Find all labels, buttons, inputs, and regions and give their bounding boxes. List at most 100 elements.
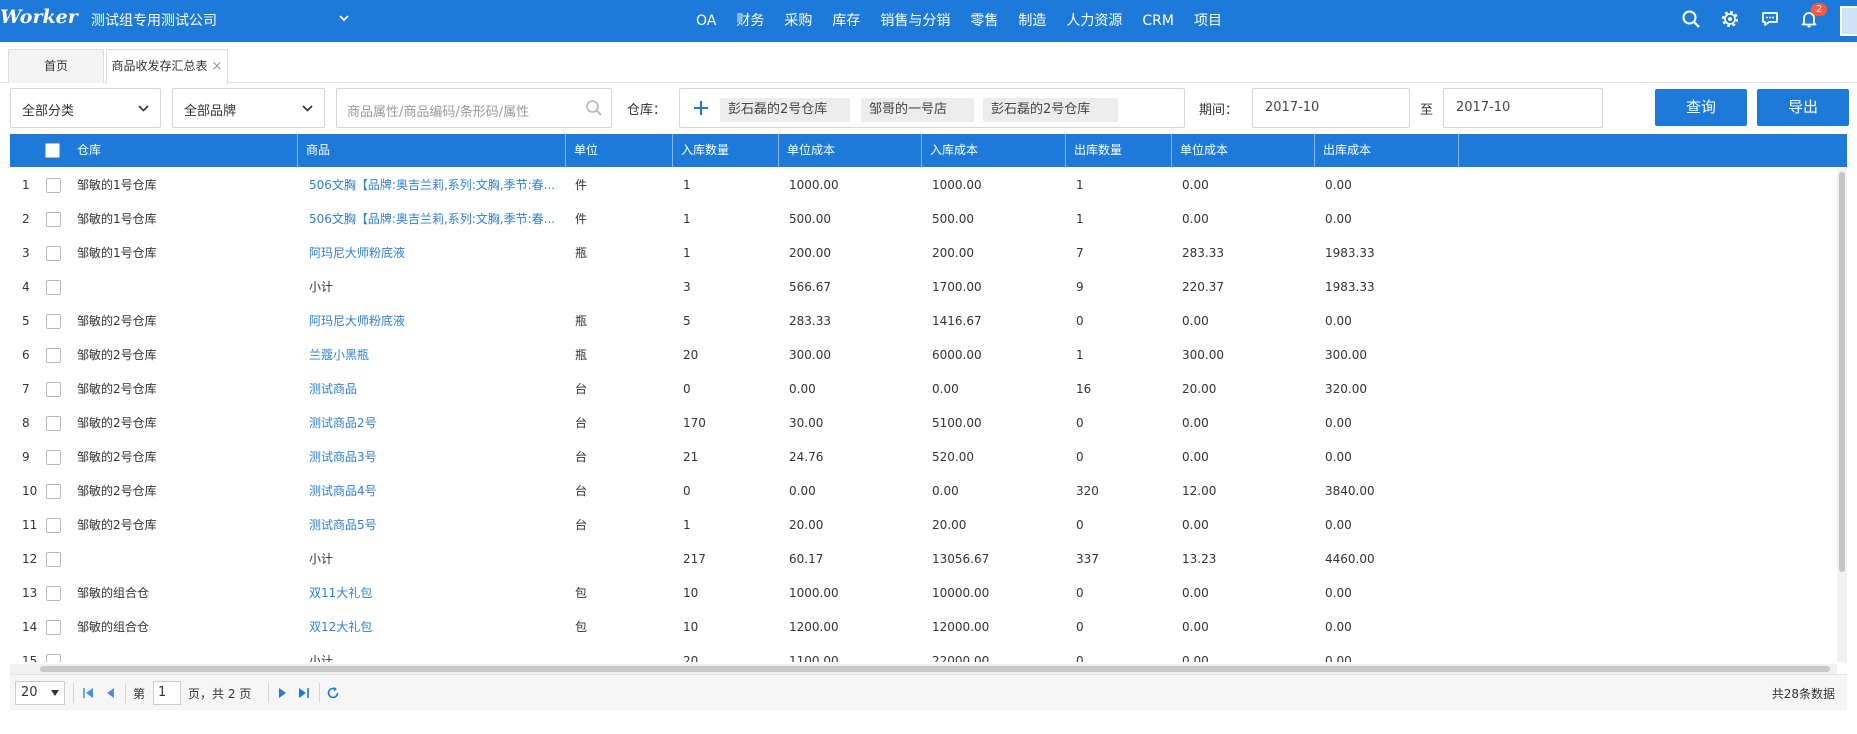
query-button[interactable]: 查询 [1655,89,1747,126]
warehouse-picker[interactable]: 彭石磊的2号仓库 邹哥的一号店 彭石磊的2号仓库 [679,88,1185,128]
product-link[interactable]: 测试商品4号 [309,474,559,508]
first-page-icon[interactable] [81,686,95,700]
product-link[interactable]: 测试商品2号 [309,406,559,440]
column-header-in-cost[interactable]: 入库成本 [921,134,1065,167]
row-checkbox[interactable] [46,450,61,465]
row-checkbox[interactable] [46,246,61,261]
app-logo[interactable]: Worker [0,6,78,28]
row-checkbox[interactable] [46,280,61,295]
nav-item-crm[interactable]: CRM [1132,0,1184,42]
nav-item-purchase[interactable]: 采购 [774,0,822,42]
last-page-icon[interactable] [297,686,311,700]
current-page-input[interactable]: 1 [153,681,181,705]
brand-select-value: 全部品牌 [184,104,237,119]
product-link[interactable]: 测试商品5号 [309,508,559,542]
table-row[interactable]: 2 邹敏的1号仓库 506文胸【品牌:奥吉兰莉,系列:文胸,季节:春... 件 1 500… [10,202,1837,236]
product-link[interactable]: 双11大礼包 [309,576,559,610]
gear-icon[interactable] [1720,9,1740,29]
table-row[interactable]: 15 小计 20 1100.00 22000.00 0 0.00 0.00 [10,644,1837,662]
table-row[interactable]: 8 邹敏的2号仓库 测试商品2号 台 170 30.00 5100.00 0 0.00 0.00 [10,406,1837,440]
product-link[interactable]: 阿玛尼大师粉底液 [309,236,559,270]
warehouse-chip[interactable]: 彭石磊的2号仓库 [720,98,850,122]
cell-product: 小计 [309,654,334,662]
product-link[interactable]: 506文胸【品牌:奥吉兰莉,系列:文胸,季节:春... [309,202,559,236]
date-to-input[interactable]: 2017-10 [1443,88,1603,128]
column-header-out-qty[interactable]: 出库数量 [1065,134,1171,167]
product-link[interactable]: 兰蔻小黑瓶 [309,338,559,372]
brand-select[interactable]: 全部品牌 [172,88,325,128]
horizontal-scrollbar-thumb[interactable] [40,666,1830,672]
product-search-input[interactable]: 商品属性/商品编码/条形码/属性 [336,88,612,128]
category-select[interactable]: 全部分类 [10,88,161,128]
table-row[interactable]: 6 邹敏的2号仓库 兰蔻小黑瓶 瓶 20 300.00 6000.00 1 300.00 300.… [10,338,1837,372]
nav-item-manufacturing[interactable]: 制造 [1008,0,1056,42]
product-link[interactable]: 双12大礼包 [309,610,559,644]
search-icon[interactable] [1681,9,1701,29]
product-link[interactable]: 测试商品 [309,372,559,406]
product-link[interactable]: 阿玛尼大师粉底液 [309,304,559,338]
row-checkbox[interactable] [46,416,61,431]
nav-item-sales[interactable]: 销售与分销 [870,0,960,42]
table-row[interactable]: 4 小计 3 566.67 1700.00 9 220.37 1983.33 [10,270,1837,304]
row-checkbox[interactable] [46,212,61,227]
nav-item-finance[interactable]: 财务 [726,0,774,42]
tab-inventory-summary[interactable]: 商品收发存汇总表 × [106,49,228,84]
table-row[interactable]: 1 邹敏的1号仓库 506文胸【品牌:奥吉兰莉,系列:文胸,季节:春... 件 1 100… [10,168,1837,202]
nav-item-retail[interactable]: 零售 [960,0,1008,42]
row-checkbox[interactable] [46,314,61,329]
tab-home[interactable]: 首页 [8,49,104,83]
prev-page-icon[interactable] [103,686,117,700]
company-selector[interactable]: 测试组专用测试公司 [91,10,217,30]
avatar[interactable] [1840,6,1857,36]
table-row[interactable]: 13 邹敏的组合仓 双11大礼包 包 10 1000.00 10000.00 0 0.00 0.0… [10,576,1837,610]
nav-item-inventory[interactable]: 库存 [822,0,870,42]
table-row[interactable]: 3 邹敏的1号仓库 阿玛尼大师粉底液 瓶 1 200.00 200.00 7 283.33 198… [10,236,1837,270]
row-checkbox[interactable] [46,552,61,567]
row-checkbox[interactable] [46,620,61,635]
select-all-checkbox[interactable] [45,143,60,158]
chevron-down-icon[interactable] [337,11,351,25]
page-size-select[interactable]: 20 [15,681,65,705]
column-header-in-unit-cost[interactable]: 单位成本 [778,134,921,167]
column-header-unit[interactable]: 单位 [565,134,672,167]
nav-item-project[interactable]: 项目 [1184,0,1232,42]
column-header-out-unit-cost[interactable]: 单位成本 [1171,134,1314,167]
chat-icon[interactable] [1760,9,1780,29]
refresh-icon[interactable] [326,686,340,700]
nav-item-oa[interactable]: OA [686,0,726,42]
next-page-icon[interactable] [276,686,290,700]
table-row[interactable]: 7 邹敏的2号仓库 测试商品 台 0 0.00 0.00 16 20.00 320.00 [10,372,1837,406]
table-row[interactable]: 10 邹敏的2号仓库 测试商品4号 台 0 0.00 0.00 320 12.00 3840.00 [10,474,1837,508]
horizontal-scrollbar[interactable] [10,664,1837,674]
cell-in-unit-cost: 283.33 [789,314,831,328]
column-header-warehouse[interactable]: 仓库 [69,134,301,167]
row-checkbox[interactable] [46,382,61,397]
vertical-scrollbar-thumb[interactable] [1839,172,1845,572]
row-checkbox[interactable] [46,518,61,533]
row-checkbox[interactable] [46,484,61,499]
product-link[interactable]: 506文胸【品牌:奥吉兰莉,系列:文胸,季节:春... [309,168,559,202]
row-checkbox[interactable] [46,586,61,601]
cell-in-qty: 20 [683,654,699,662]
product-link[interactable]: 测试商品3号 [309,440,559,474]
nav-item-hr[interactable]: 人力资源 [1056,0,1132,42]
column-header-product[interactable]: 商品 [297,134,565,167]
table-row[interactable]: 9 邹敏的2号仓库 测试商品3号 台 21 24.76 520.00 0 0.00 0.00 [10,440,1837,474]
close-icon[interactable]: × [212,59,223,74]
warehouse-chip[interactable]: 彭石磊的2号仓库 [983,98,1118,122]
table-row[interactable]: 14 邹敏的组合仓 双12大礼包 包 10 1200.00 12000.00 0 0.00 0.0… [10,610,1837,644]
vertical-scrollbar[interactable] [1837,168,1847,662]
export-button[interactable]: 导出 [1757,89,1849,126]
plus-icon[interactable] [690,97,712,119]
search-icon[interactable] [585,99,603,117]
table-row[interactable]: 11 邹敏的2号仓库 测试商品5号 台 1 20.00 20.00 0 0.00 0.00 [10,508,1837,542]
warehouse-chip[interactable]: 邹哥的一号店 [861,98,974,122]
row-checkbox[interactable] [46,654,61,662]
table-row[interactable]: 5 邹敏的2号仓库 阿玛尼大师粉底液 瓶 5 283.33 1416.67 0 0.00 0.00 [10,304,1837,338]
date-from-input[interactable]: 2017-10 [1252,88,1410,128]
table-row[interactable]: 12 小计 217 60.17 13056.67 337 13.23 4460.00 [10,542,1837,576]
column-header-out-cost[interactable]: 出库成本 [1314,134,1458,167]
row-checkbox[interactable] [46,348,61,363]
column-header-in-qty[interactable]: 入库数量 [672,134,778,167]
row-checkbox[interactable] [46,178,61,193]
